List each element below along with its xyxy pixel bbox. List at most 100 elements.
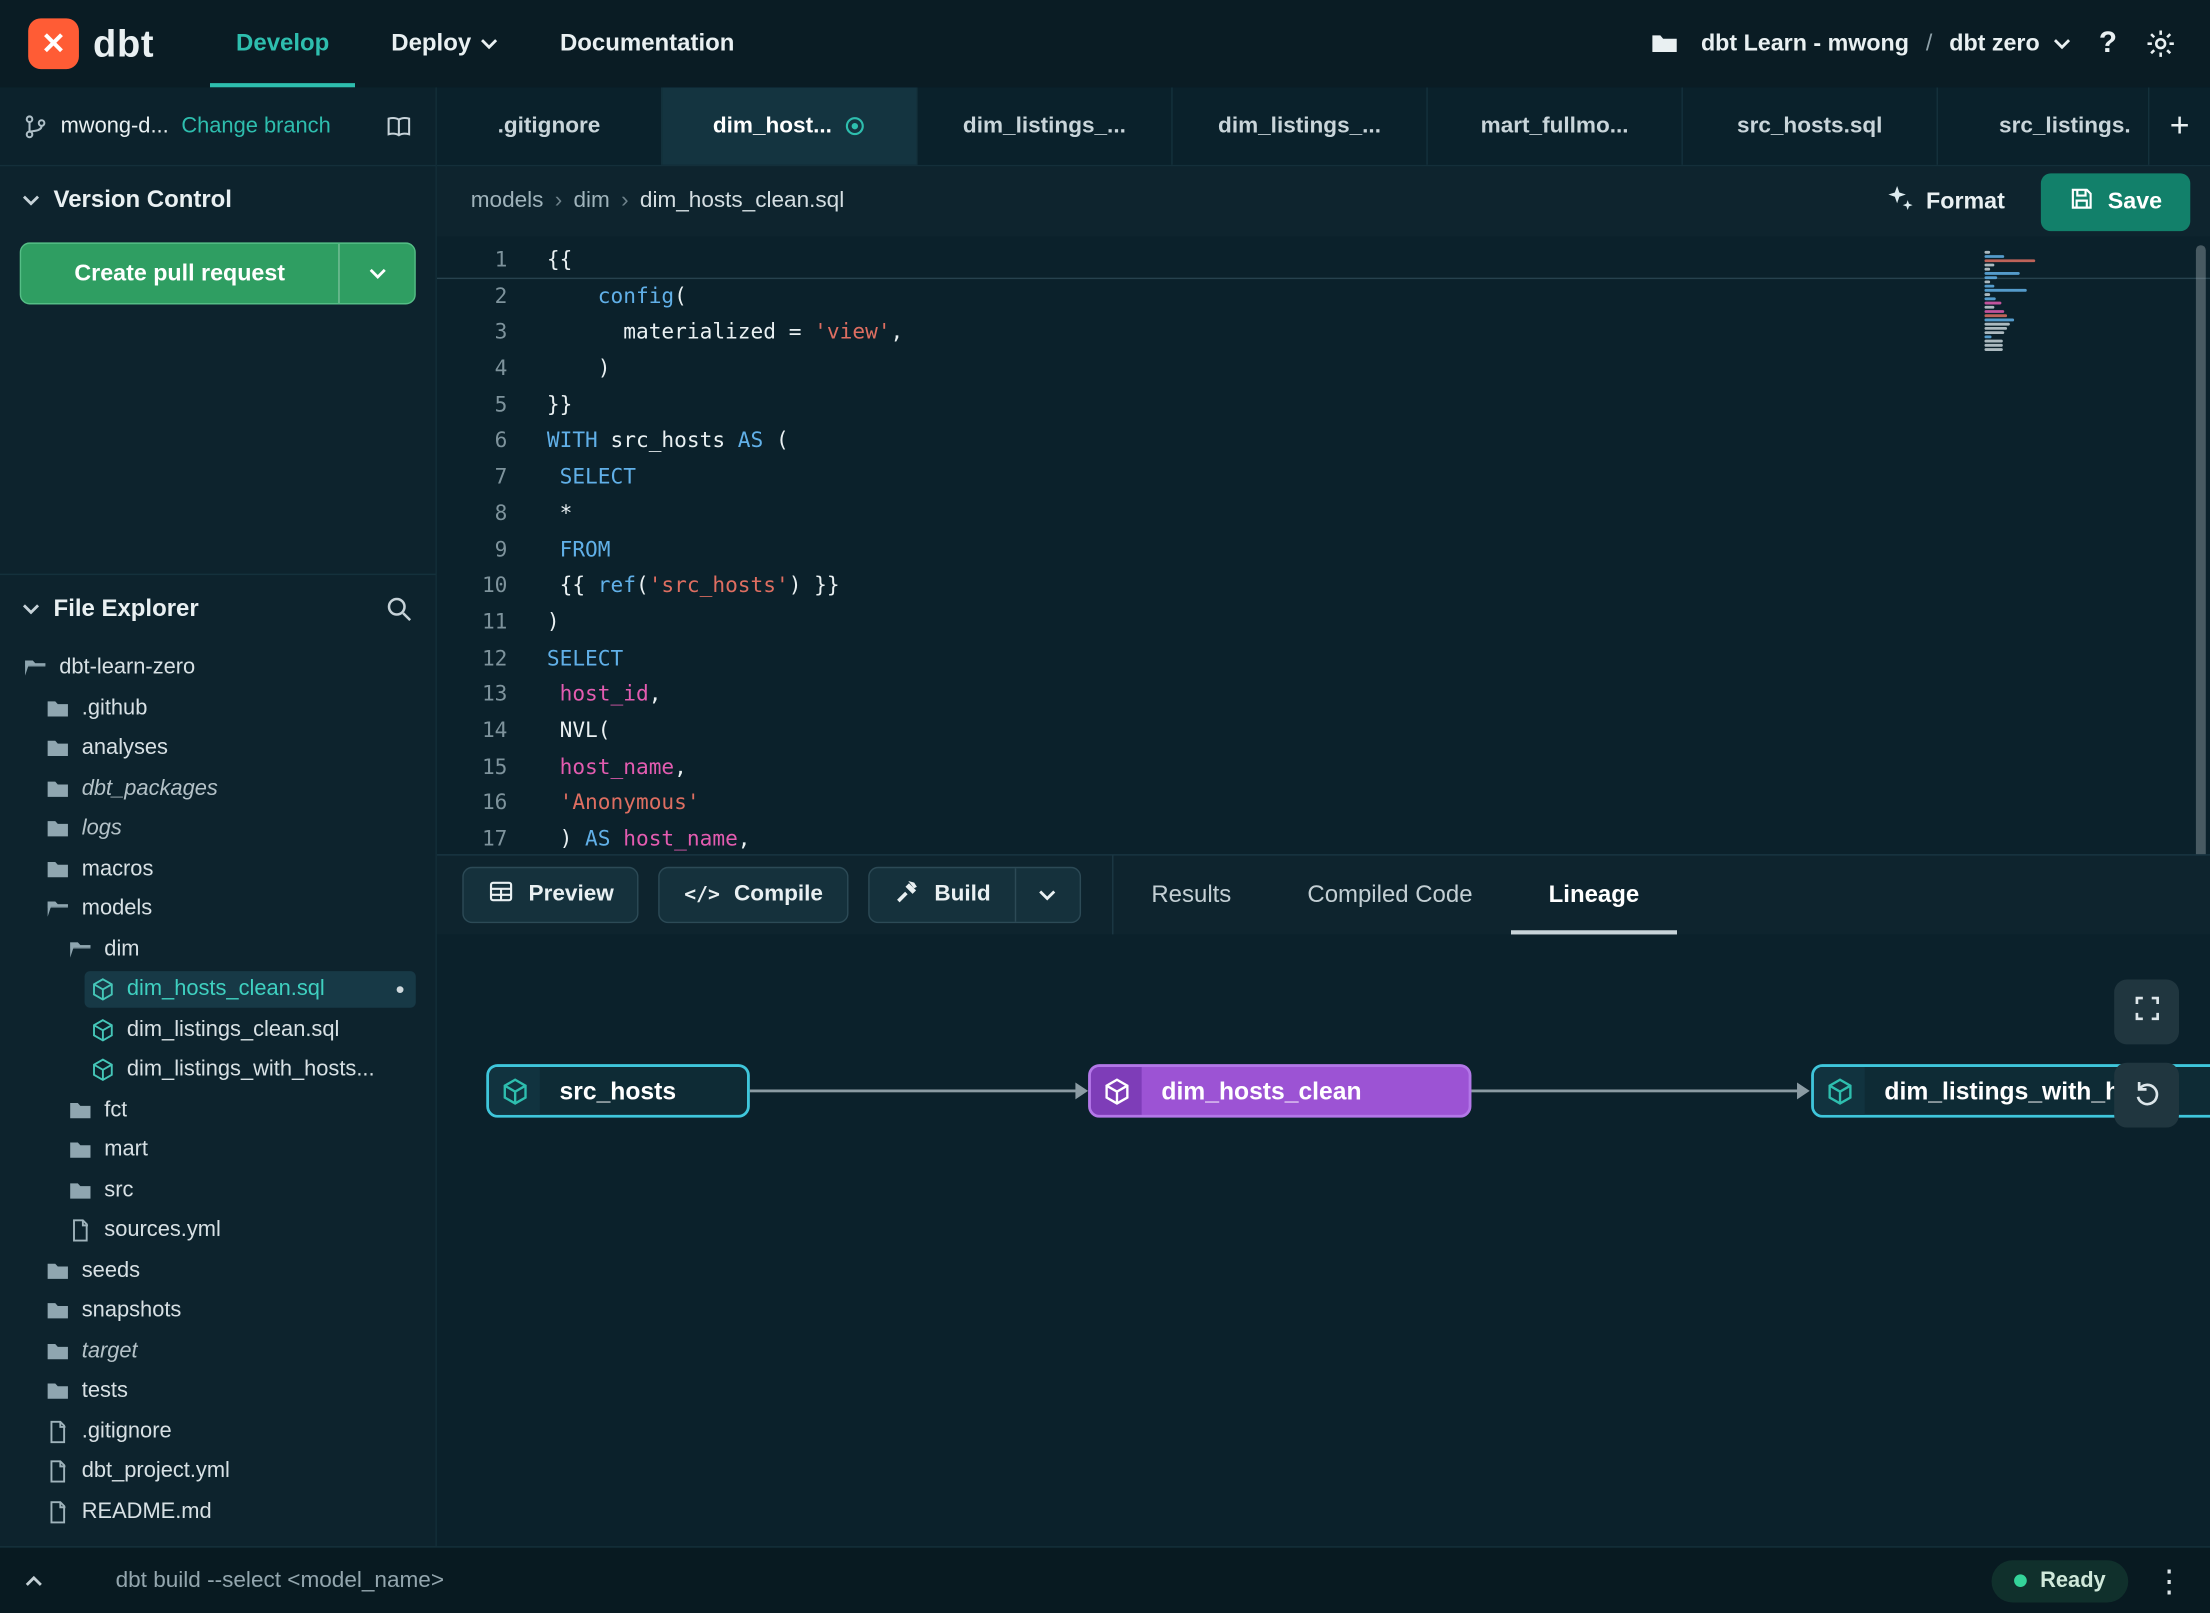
breadcrumb-separator: › (554, 188, 563, 213)
tree-item-snapshots[interactable]: snapshots (0, 1291, 436, 1331)
save-button[interactable]: Save (2041, 172, 2191, 231)
change-branch-link[interactable]: Change branch (181, 113, 330, 138)
tree-item-dim-hosts-clean-sql[interactable]: dim_hosts_clean.sql • (0, 970, 436, 1010)
new-tab-button[interactable]: + (2147, 87, 2210, 165)
dbt-logo-text: dbt (93, 21, 155, 65)
tree-item-target[interactable]: target (0, 1331, 436, 1371)
code-line[interactable]: 16 'Anonymous' (437, 785, 2210, 821)
tab-dim-listings[interactable]: dim_listings_... (918, 87, 1173, 165)
line-number: 12 (481, 644, 508, 671)
tree-item-mart[interactable]: mart (0, 1130, 436, 1170)
bottom-tab-results[interactable]: Results (1113, 856, 1269, 935)
code-line[interactable]: 8 * (437, 496, 2210, 532)
code-line[interactable]: 17 ) AS host_name, (437, 822, 2210, 854)
bottom-tab-lineage[interactable]: Lineage (1511, 856, 1678, 935)
gear-icon[interactable] (2145, 28, 2176, 59)
line-number: 11 (481, 608, 508, 635)
tree-item-seeds[interactable]: seeds (0, 1251, 436, 1291)
fullscreen-button[interactable] (2114, 979, 2179, 1045)
preview-button[interactable]: Preview (462, 866, 640, 924)
folder-icon (45, 816, 70, 841)
modified-dot: • (395, 975, 405, 1004)
chevron-up-icon[interactable] (25, 1575, 42, 1586)
lineage-graph[interactable]: src_hosts dim_hosts_clean dim_listings_w… (436, 934, 2210, 1547)
code-line[interactable]: 14 NVL( (437, 713, 2210, 749)
format-button[interactable]: Format (1871, 173, 2019, 231)
code-line[interactable]: 9 FROM (437, 532, 2210, 568)
dbt-logo[interactable]: ✕ dbt (0, 0, 191, 87)
nav-item-documentation[interactable]: Documentation (535, 0, 760, 87)
tree-item-tests[interactable]: tests (0, 1371, 436, 1411)
docs-book-icon[interactable] (385, 112, 413, 140)
minimap[interactable] (1984, 250, 2043, 351)
tree-item-dbt-packages[interactable]: dbt_packages (0, 769, 436, 809)
folder-icon (45, 1258, 70, 1283)
tree-item-dbt-project-yml[interactable]: dbt_project.yml (0, 1452, 436, 1492)
code-line[interactable]: 10 {{ ref('src_hosts') }} (437, 568, 2210, 604)
command-input[interactable]: dbt build --select <model_name> (116, 1568, 444, 1593)
tab-dim-listings[interactable]: dim_listings_... (1173, 87, 1428, 165)
tree-item-readme-md[interactable]: README.md (0, 1492, 436, 1532)
project-name: dbt Learn - mwong (1700, 30, 1909, 56)
tree-item-fct[interactable]: fct (0, 1090, 436, 1130)
nav-item-deploy[interactable]: Deploy (366, 0, 523, 87)
breadcrumb-item[interactable]: dim (574, 189, 610, 214)
version-control-title: Version Control (53, 186, 232, 213)
search-icon[interactable] (385, 595, 413, 623)
code-line[interactable]: 5}} (437, 387, 2210, 423)
code-icon: </> (684, 883, 720, 907)
tab-gitignore[interactable]: .gitignore (437, 87, 663, 165)
tree-item-dim[interactable]: dim (0, 930, 436, 970)
tab-dim-host[interactable]: dim_host... (662, 87, 918, 165)
code-line[interactable]: 4 ) (437, 351, 2210, 387)
tree-item-dbt-learn-zero[interactable]: dbt-learn-zero (0, 648, 436, 688)
tree-item-dim-listings-with-hosts[interactable]: dim_listings_with_hosts... (0, 1050, 436, 1090)
line-text: ) (546, 355, 611, 381)
tree-item-sources-yml[interactable]: sources.yml (0, 1211, 436, 1251)
code-line[interactable]: 3 materialized = 'view', (437, 315, 2210, 351)
compile-button[interactable]: </> Compile (658, 866, 849, 924)
line-number: 10 (481, 572, 508, 598)
build-button[interactable]: Build (869, 868, 1014, 922)
lineage-node-dim-hosts-clean[interactable]: dim_hosts_clean (1088, 1064, 1472, 1118)
code-line[interactable]: 1 {{ (436, 242, 2210, 279)
project-selector[interactable]: dbt Learn - mwong / dbt zero (1701, 30, 2071, 57)
lineage-node-src-hosts[interactable]: src_hosts (486, 1064, 750, 1118)
bottom-tab-compiled-code[interactable]: Compiled Code (1269, 856, 1510, 935)
code-line[interactable]: 6 WITH src_hosts AS ( (437, 423, 2210, 459)
tree-item-models[interactable]: models (0, 889, 436, 929)
help-icon[interactable]: ? (2093, 27, 2122, 61)
breadcrumb-item[interactable]: models (471, 189, 544, 214)
tree-item-logs[interactable]: logs (0, 809, 436, 849)
editor-scrollbar[interactable] (2195, 245, 2206, 855)
tree-item-macros[interactable]: macros (0, 849, 436, 889)
file-explorer-header[interactable]: File Explorer (0, 575, 436, 643)
folder-icon (68, 1178, 93, 1203)
tree-item-label: fct (104, 1097, 128, 1122)
tree-item-dim-listings-clean-sql[interactable]: dim_listings_clean.sql (0, 1010, 436, 1050)
code-line[interactable]: 11) (437, 604, 2210, 640)
tab-mart-fullmo[interactable]: mart_fullmo... (1428, 87, 1683, 165)
kebab-menu-icon[interactable]: ⋮ (2154, 1564, 2185, 1596)
tree-item-gitignore[interactable]: .gitignore (0, 1412, 436, 1452)
code-line[interactable]: 7 SELECT (437, 460, 2210, 496)
version-control-header[interactable]: Version Control (0, 166, 436, 234)
reset-view-button[interactable] (2114, 1062, 2179, 1128)
create-pull-request-button[interactable]: Create pull request (19, 242, 416, 305)
code-line[interactable]: 12 SELECT (437, 641, 2210, 677)
tree-item-src[interactable]: src (0, 1171, 436, 1211)
code-editor[interactable]: 1{{2 config(3 materialized = 'view', 4 ) 5… (436, 236, 2210, 855)
code-line[interactable]: 15 host_name, (437, 749, 2210, 785)
tree-item-analyses[interactable]: analyses (0, 729, 436, 769)
tab-src-hosts-sql[interactable]: src_hosts.sql (1683, 87, 1938, 165)
line-number: 2 (494, 282, 508, 309)
code-line[interactable]: 2 config( (437, 279, 2210, 315)
line-text: materialized = 'view', (546, 319, 904, 345)
tree-item-label: dim_listings_with_hosts... (126, 1057, 375, 1082)
nav-item-develop[interactable]: Develop (211, 0, 355, 87)
code-line[interactable]: 13 host_id, (437, 677, 2210, 713)
pull-request-dropdown[interactable] (338, 243, 414, 304)
tree-item-github[interactable]: .github (0, 689, 436, 729)
build-dropdown[interactable] (1014, 868, 1080, 922)
hammer-icon (893, 878, 920, 912)
